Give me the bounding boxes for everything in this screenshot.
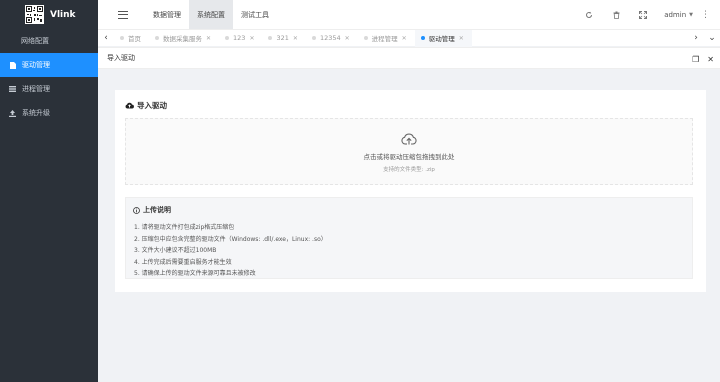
close-icon[interactable]: ✕ [345, 35, 350, 42]
tab-dot [155, 36, 159, 40]
page-header: 导入驱动 ❐ ✕ [98, 47, 720, 69]
import-driver-card: 导入驱动 点击或将驱动压缩包拖拽到此处 支持的文件类型: .zip 上传说明 1… [115, 90, 706, 292]
list-item: 2. 压缩包中应包含完整的驱动文件（Windows: .dll/.exe，Lin… [134, 235, 327, 243]
list-item: 5. 请确保上传的驱动文件来源可靠且未被修改 [134, 270, 256, 277]
chevron-down-icon: ▼ [689, 11, 693, 18]
tab-12354[interactable]: 12354 ✕ [306, 30, 358, 47]
tabs-scroll-right-icon[interactable]: › [688, 30, 704, 47]
sidebar-item-process-management[interactable]: 进程管理 [0, 77, 98, 101]
cloud-upload-icon [125, 102, 134, 109]
app-name: Vlink [50, 9, 76, 20]
tab-label: 12354 [319, 34, 341, 42]
tabs-scroll-left-icon[interactable]: ‹ [98, 30, 114, 47]
close-icon[interactable]: ✕ [249, 35, 254, 42]
dropzone-text: 点击或将驱动压缩包拖拽到此处 [363, 153, 455, 161]
more-icon[interactable]: ⋮ [701, 10, 710, 20]
trash-icon[interactable] [612, 11, 620, 19]
page-title: 导入驱动 [107, 54, 135, 62]
user-menu[interactable]: admin ▼ [664, 11, 693, 19]
tabs-menu-chevron-down-icon[interactable]: ⌄ [704, 30, 720, 47]
sidebar-item-label: 进程管理 [22, 85, 50, 93]
tab-321[interactable]: 321 ✕ [262, 30, 305, 47]
qr-logo-icon [25, 5, 44, 24]
sidebar-item-driver-management[interactable]: 驱动管理 [0, 53, 98, 77]
sidebar-item-system-upgrade[interactable]: 系统升级 [0, 101, 98, 125]
list-item: 3. 文件大小建议不超过100MB [134, 247, 217, 254]
tab-dot [225, 36, 230, 40]
nav-label: 测试工具 [241, 10, 269, 19]
close-icon[interactable]: ✕ [206, 35, 211, 42]
top-nav: 数据管理 系统配置 测试工具 [145, 0, 277, 29]
list-item: 1. 请将驱动文件打包成zip格式压缩包 [134, 224, 235, 231]
nav-system-config[interactable]: 系统配置 [189, 0, 233, 29]
upload-dropzone[interactable]: 点击或将驱动压缩包拖拽到此处 支持的文件类型: .zip [125, 118, 693, 185]
sidebar-item-label: 网络配置 [21, 37, 49, 45]
list-item: 4. 上传完成后需要重启服务才能生效 [134, 258, 232, 266]
close-icon[interactable]: ✕ [707, 55, 714, 64]
tab-process-management[interactable]: 进程管理 ✕ [358, 30, 415, 47]
instructions-title: 上传说明 [133, 205, 171, 215]
tab-label: 321 [276, 34, 289, 42]
tab-dot [311, 36, 316, 40]
sidebar-item-label: 驱动管理 [22, 61, 50, 69]
upload-icon [9, 109, 16, 117]
restore-window-icon[interactable]: ❐ [692, 55, 699, 64]
close-icon[interactable]: ✕ [293, 35, 298, 42]
sidebar: Vlink 网络配置 驱动管理 进程管理 系统升级 [0, 0, 98, 382]
sidebar-item-label: 系统升级 [22, 109, 50, 117]
file-icon [9, 61, 16, 69]
nav-label: 系统配置 [197, 10, 225, 19]
refresh-icon[interactable] [585, 11, 593, 19]
tab-dot [363, 36, 368, 40]
tab-label: 首页 [128, 35, 141, 43]
logo: Vlink [0, 0, 98, 29]
close-icon[interactable]: ✕ [402, 35, 407, 42]
tab-dot [268, 36, 273, 40]
tab-dot [420, 36, 425, 40]
tab-dot [120, 36, 124, 40]
info-icon [133, 206, 140, 214]
tab-label: 123 [233, 34, 246, 42]
tab-driver-management[interactable]: 驱动管理 ✕ [414, 29, 472, 47]
dropzone-hint: 支持的文件类型: .zip [383, 167, 435, 173]
nav-label: 数据管理 [153, 10, 181, 19]
content-area: 导入驱动 点击或将驱动压缩包拖拽到此处 支持的文件类型: .zip 上传说明 1… [98, 69, 720, 382]
tab-label: 驱动管理 [428, 35, 455, 43]
username: admin [664, 10, 687, 19]
instructions-list: 1. 请将驱动文件打包成zip格式压缩包 2. 压缩包中应包含完整的驱动文件（W… [134, 222, 327, 280]
nav-data-management[interactable]: 数据管理 [145, 0, 189, 29]
tabs-bar: ‹ 首页 数据采集服务 ✕ 123 ✕ 321 ✕ 12354 ✕ 进程管理 ✕ 驱动管理… [98, 29, 720, 47]
top-header: 数据管理 系统配置 测试工具 admin ▼ ⋮ [98, 0, 720, 29]
tabs: 首页 数据采集服务 ✕ 123 ✕ 321 ✕ 12354 ✕ 进程管理 ✕ 驱动管理 ✕ [114, 29, 472, 47]
nav-test-tools[interactable]: 测试工具 [233, 0, 277, 29]
card-title: 导入驱动 [125, 100, 167, 111]
tab-123[interactable]: 123 ✕ [219, 30, 262, 47]
menu-toggle-icon[interactable] [118, 10, 128, 19]
tab-data-collection[interactable]: 数据采集服务 ✕ [149, 30, 219, 47]
tab-label: 进程管理 [371, 35, 398, 43]
list-icon [9, 86, 16, 93]
instructions-title-text: 上传说明 [143, 206, 171, 214]
sidebar-item-network-config[interactable]: 网络配置 [0, 29, 98, 53]
fullscreen-icon[interactable] [639, 10, 648, 19]
cloud-upload-icon [401, 133, 417, 147]
close-icon[interactable]: ✕ [459, 35, 464, 42]
upload-instructions: 上传说明 1. 请将驱动文件打包成zip格式压缩包 2. 压缩包中应包含完整的驱… [125, 197, 693, 279]
tab-label: 数据采集服务 [163, 35, 202, 43]
card-title-text: 导入驱动 [137, 101, 167, 110]
tab-home[interactable]: 首页 [114, 30, 149, 47]
